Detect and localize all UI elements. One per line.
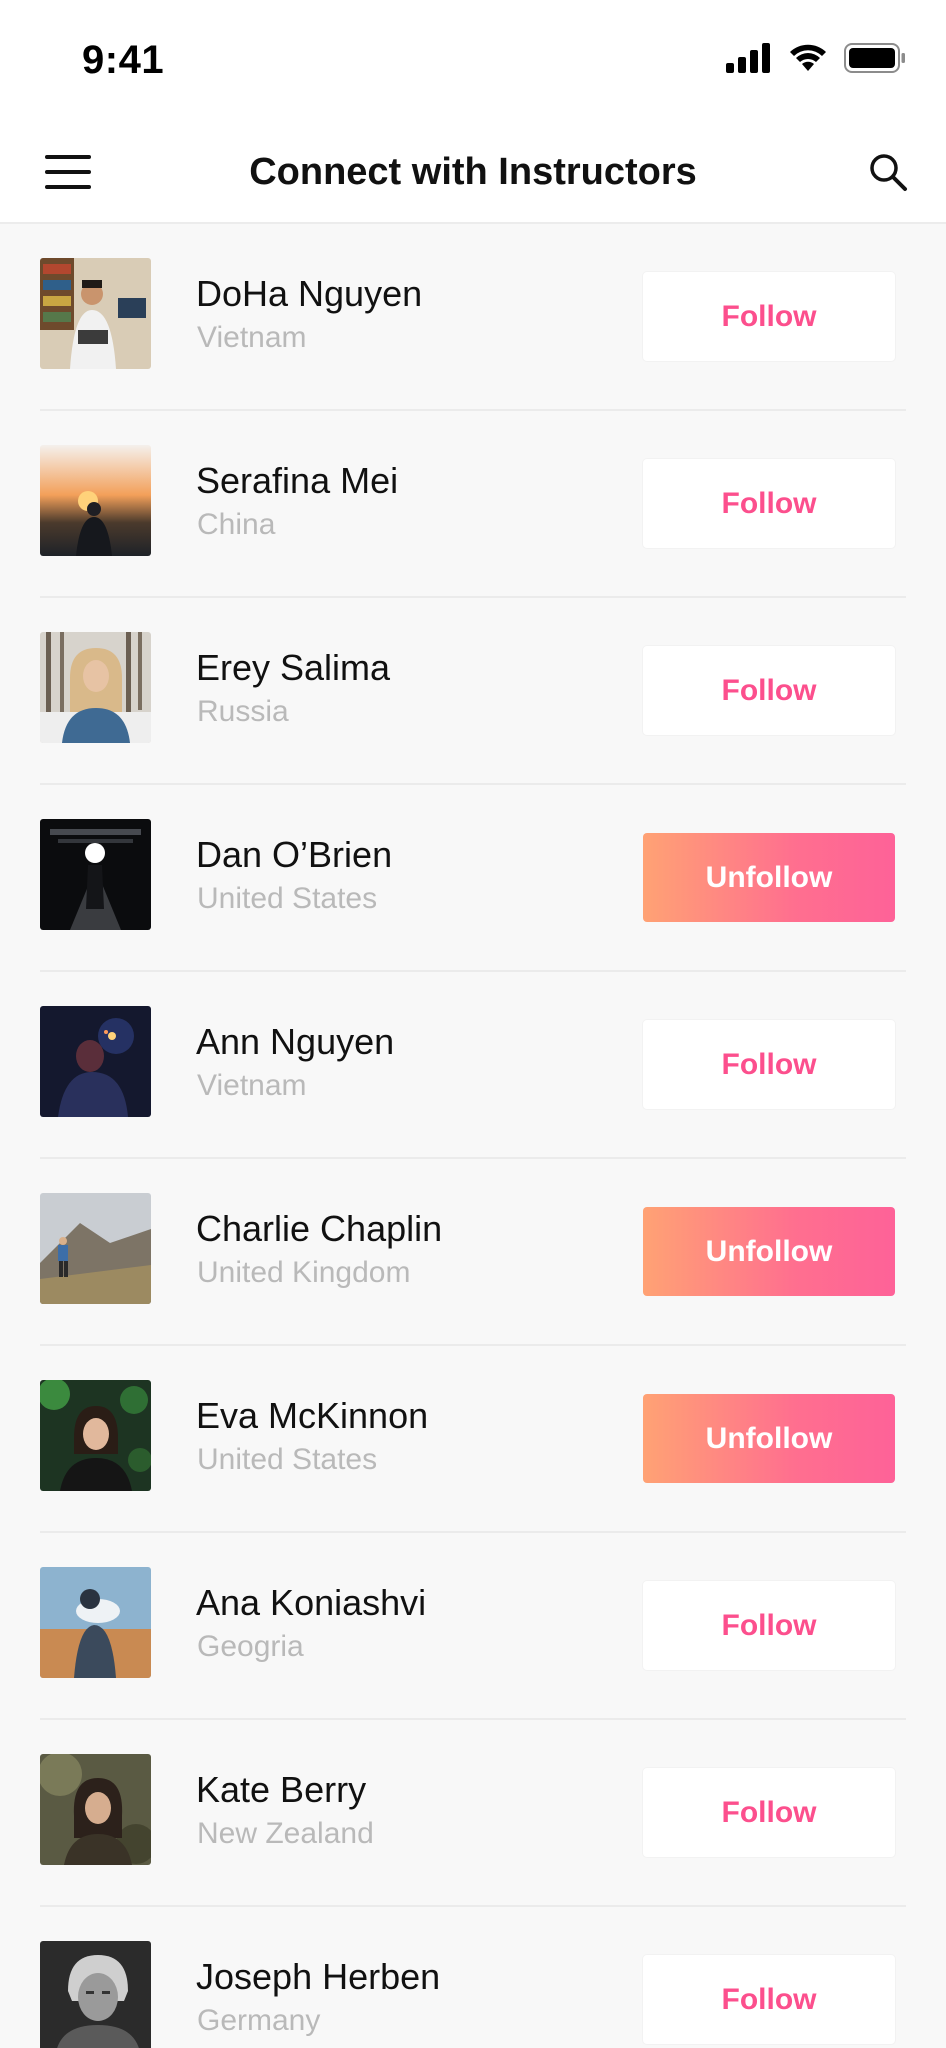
avatar-photo xyxy=(40,1006,151,1117)
instructor-name: Dan O’Brien xyxy=(196,834,393,875)
signal-icon xyxy=(726,43,770,73)
unfollow-button[interactable]: Unfollow xyxy=(643,1394,895,1483)
battery-icon xyxy=(844,43,905,73)
instructor-name: Joseph Herben xyxy=(196,1956,441,1997)
avatar xyxy=(40,819,151,930)
avatar-photo xyxy=(40,445,151,556)
wifi-icon xyxy=(790,44,826,71)
avatar-photo xyxy=(40,1754,151,1865)
list-item: Serafina Mei China Follow xyxy=(0,411,946,598)
search-button[interactable] xyxy=(856,142,920,202)
instructor-name: DoHa Nguyen xyxy=(196,273,423,314)
follow-button[interactable]: Follow xyxy=(643,646,895,735)
status-bar: 9:41 xyxy=(0,0,946,120)
instructor-country: Russia xyxy=(197,695,289,728)
list-item: Joseph Herben Germany Follow xyxy=(0,1907,946,2048)
list-item: Kate Berry New Zealand Follow xyxy=(0,1720,946,1907)
avatar xyxy=(40,632,151,743)
instructor-name: Erey Salima xyxy=(196,647,391,688)
avatar xyxy=(40,1941,151,2048)
instructor-country: Vietnam xyxy=(197,321,307,354)
avatar-photo xyxy=(40,1567,151,1678)
status-time: 9:41 xyxy=(82,38,165,82)
search-icon xyxy=(870,154,907,191)
unfollow-button[interactable]: Unfollow xyxy=(643,1207,895,1296)
follow-button[interactable]: Follow xyxy=(643,1768,895,1857)
instructor-country: Geogria xyxy=(197,1630,304,1663)
avatar-photo xyxy=(40,819,151,930)
unfollow-button[interactable]: Unfollow xyxy=(643,833,895,922)
instructor-country: New Zealand xyxy=(197,1817,374,1850)
instructor-country: Vietnam xyxy=(197,1069,307,1102)
list-item: Dan O’Brien United States Unfollow xyxy=(0,785,946,972)
instructor-name: Ann Nguyen xyxy=(196,1021,395,1062)
avatar xyxy=(40,445,151,556)
follow-button[interactable]: Follow xyxy=(643,459,895,548)
instructor-country: United Kingdom xyxy=(197,1256,411,1289)
avatar-photo xyxy=(40,1380,151,1491)
follow-button[interactable]: Follow xyxy=(643,1020,895,1109)
avatar xyxy=(40,1193,151,1304)
instructor-country: China xyxy=(197,508,276,541)
avatar xyxy=(40,1006,151,1117)
avatar xyxy=(40,258,151,369)
avatar-photo xyxy=(40,258,151,369)
list-item: Ann Nguyen Vietnam Follow xyxy=(0,972,946,1159)
page-title: Connect with Instructors xyxy=(249,151,697,193)
instructor-name: Eva McKinnon xyxy=(196,1395,429,1436)
avatar-photo xyxy=(40,1941,151,2048)
avatar-photo xyxy=(40,1193,151,1304)
list-item: Erey Salima Russia Follow xyxy=(0,598,946,785)
avatar xyxy=(40,1567,151,1678)
avatar xyxy=(40,1754,151,1865)
follow-button[interactable]: Follow xyxy=(643,1581,895,1670)
instructor-country: United States xyxy=(197,1443,378,1476)
instructor-name: Serafina Mei xyxy=(196,460,399,501)
list-item: Charlie Chaplin United Kingdom Unfollow xyxy=(0,1159,946,1346)
instructor-list: DoHa Nguyen Vietnam Follow Serafina Mei … xyxy=(0,224,946,2048)
list-item: DoHa Nguyen Vietnam Follow xyxy=(0,224,946,411)
instructor-country: United States xyxy=(197,882,378,915)
nav-bar: Connect with Instructors xyxy=(0,120,946,224)
list-item: Ana Koniashvi Geogria Follow xyxy=(0,1533,946,1720)
instructor-country: Germany xyxy=(197,2004,321,2037)
avatar xyxy=(40,1380,151,1491)
follow-button[interactable]: Follow xyxy=(643,272,895,361)
follow-button[interactable]: Follow xyxy=(643,1955,895,2044)
instructor-name: Ana Koniashvi xyxy=(196,1582,427,1623)
list-item: Eva McKinnon United States Unfollow xyxy=(0,1346,946,1533)
status-icons xyxy=(726,40,906,76)
instructor-name: Charlie Chaplin xyxy=(196,1208,443,1249)
avatar-photo xyxy=(40,632,151,743)
instructor-name: Kate Berry xyxy=(196,1769,367,1810)
